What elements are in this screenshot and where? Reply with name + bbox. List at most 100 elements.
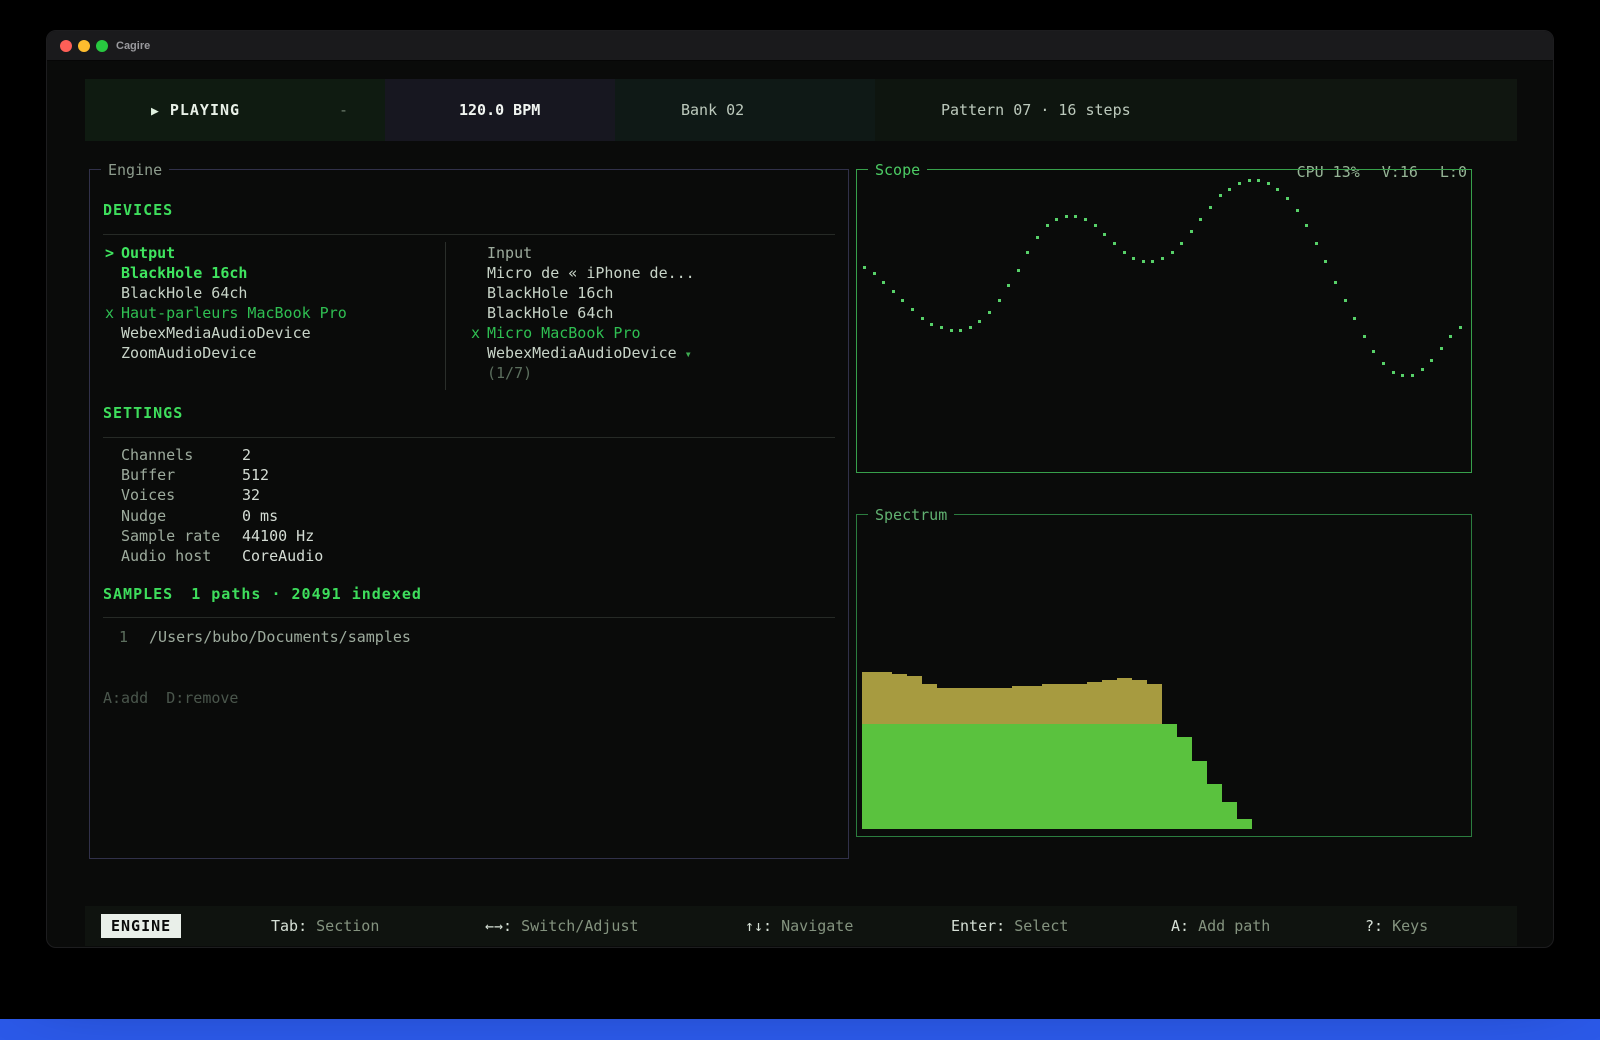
samples-heading: SAMPLES	[103, 585, 173, 603]
scope-dot	[1151, 260, 1154, 263]
spectrum-bar-olive	[982, 688, 997, 724]
spectrum-bar	[952, 688, 967, 829]
spectrum-bar-olive	[1072, 684, 1087, 724]
output-label: Output	[121, 244, 175, 262]
setting-value: CoreAudio	[242, 547, 323, 565]
setting-value: 0 ms	[242, 507, 278, 525]
spectrum-bar	[1177, 737, 1192, 829]
spectrum-bar-olive	[1132, 680, 1147, 724]
transport-dash: -	[339, 79, 348, 141]
spectrum-bar-green	[1042, 724, 1057, 829]
setting-row[interactable]: Channels2	[121, 445, 251, 465]
setting-label: Audio host	[121, 546, 242, 566]
spectrum-bar	[922, 684, 937, 829]
dropdown-caret-icon: ▾	[685, 347, 692, 361]
scope-dot	[1094, 224, 1097, 227]
scope-dot	[1411, 374, 1414, 377]
close-button[interactable]	[60, 40, 72, 52]
transport-state: ▶PLAYING	[151, 79, 240, 143]
scope-dot	[1142, 260, 1145, 263]
setting-row[interactable]: Voices32	[121, 485, 260, 505]
spectrum-bar-olive	[907, 676, 922, 724]
scope-dot	[1171, 251, 1174, 254]
output-device-item[interactable]: xHaut-parleurs MacBook Pro	[105, 303, 347, 323]
spectrum-bar-green	[1072, 724, 1087, 829]
scope-dot	[1459, 326, 1462, 329]
output-device-item[interactable]: ZoomAudioDevice	[105, 343, 256, 363]
spectrum-bar-green	[892, 724, 907, 829]
setting-row[interactable]: Buffer512	[121, 465, 269, 485]
spectrum-bar-green	[922, 724, 937, 829]
input-device-item[interactable]: BlackHole 16ch	[471, 283, 613, 303]
settings-heading: SETTINGS	[103, 403, 183, 423]
spectrum-bar-olive	[1102, 680, 1117, 724]
spectrum-bar-green	[1237, 819, 1252, 829]
spectrum-bar	[1192, 761, 1207, 829]
scope-dot	[1430, 359, 1433, 362]
scope-dot	[1421, 368, 1424, 371]
scope-dot	[1276, 188, 1279, 191]
setting-row[interactable]: Audio hostCoreAudio	[121, 546, 323, 566]
engine-panel-label: Engine	[101, 160, 169, 180]
scope-wave	[857, 170, 1471, 472]
device-name: WebexMediaAudioDevice	[487, 344, 677, 362]
scope-dot	[1074, 215, 1077, 218]
input-device-item[interactable]: Micro de « iPhone de...	[471, 263, 695, 283]
mode-badge[interactable]: ENGINE	[101, 914, 181, 938]
bpm-display: 120.0 BPM	[459, 79, 540, 141]
output-column-header[interactable]: >Output	[105, 243, 175, 263]
spectrum-bar	[1057, 684, 1072, 829]
hint-tab: Tab: Section	[271, 906, 379, 946]
transport-bar: ▶PLAYING - 120.0 BPM Bank 02 Pattern 07 …	[85, 79, 1517, 141]
spectrum-bar-olive	[1117, 678, 1132, 724]
output-device-item[interactable]: BlackHole 64ch	[105, 283, 247, 303]
setting-label: Nudge	[121, 506, 242, 526]
spectrum-bar	[892, 674, 907, 829]
scope-dot	[1084, 218, 1087, 221]
spectrum-bar-green	[1087, 724, 1102, 829]
device-name: BlackHole 16ch	[487, 284, 613, 302]
scope-dot	[1103, 233, 1106, 236]
spectrum-bar-green	[1192, 761, 1207, 829]
scope-dot	[1296, 209, 1299, 212]
input-column-header[interactable]: Input	[471, 243, 532, 263]
output-device-item[interactable]: BlackHole 16ch	[105, 263, 247, 283]
scope-dot	[1132, 257, 1135, 260]
setting-row[interactable]: Nudge0 ms	[121, 506, 278, 526]
setting-value: 44100 Hz	[242, 527, 314, 545]
spectrum-bar-green	[1117, 724, 1132, 829]
spectrum-bar	[1222, 802, 1237, 829]
scope-dot	[892, 290, 895, 293]
scope-dot	[1199, 218, 1202, 221]
input-device-item[interactable]: BlackHole 64ch	[471, 303, 613, 323]
output-device-item[interactable]: WebexMediaAudioDevice	[105, 323, 311, 343]
spectrum-bar-green	[877, 724, 892, 829]
scope-dot	[1353, 317, 1356, 320]
sample-path-row[interactable]: 1/Users/bubo/Documents/samples	[119, 627, 411, 647]
scope-dot	[1113, 242, 1116, 245]
spectrum-bar-green	[907, 724, 922, 829]
scope-dot	[1382, 362, 1385, 365]
scope-dot	[1449, 335, 1452, 338]
scope-dot	[950, 329, 953, 332]
scope-dot	[1007, 284, 1010, 287]
spectrum-bar	[1147, 684, 1162, 829]
scope-dot	[959, 329, 962, 332]
spectrum-bar-green	[982, 724, 997, 829]
scope-dot	[1046, 224, 1049, 227]
device-name: ZoomAudioDevice	[121, 344, 256, 362]
play-icon: ▶	[151, 104, 160, 119]
maximize-button[interactable]	[96, 40, 108, 52]
input-device-item[interactable]: WebexMediaAudioDevice ▾	[471, 343, 692, 364]
scope-dot	[978, 320, 981, 323]
scope-dot	[1209, 206, 1212, 209]
minimize-button[interactable]	[78, 40, 90, 52]
spectrum-bar-olive	[892, 674, 907, 724]
input-device-item[interactable]: xMicro MacBook Pro	[471, 323, 641, 343]
setting-row[interactable]: Sample rate44100 Hz	[121, 526, 314, 546]
setting-label: Buffer	[121, 465, 242, 485]
scope-dot	[1267, 182, 1270, 185]
scope-dot	[901, 299, 904, 302]
scope-dot	[1324, 260, 1327, 263]
scope-dot	[882, 281, 885, 284]
